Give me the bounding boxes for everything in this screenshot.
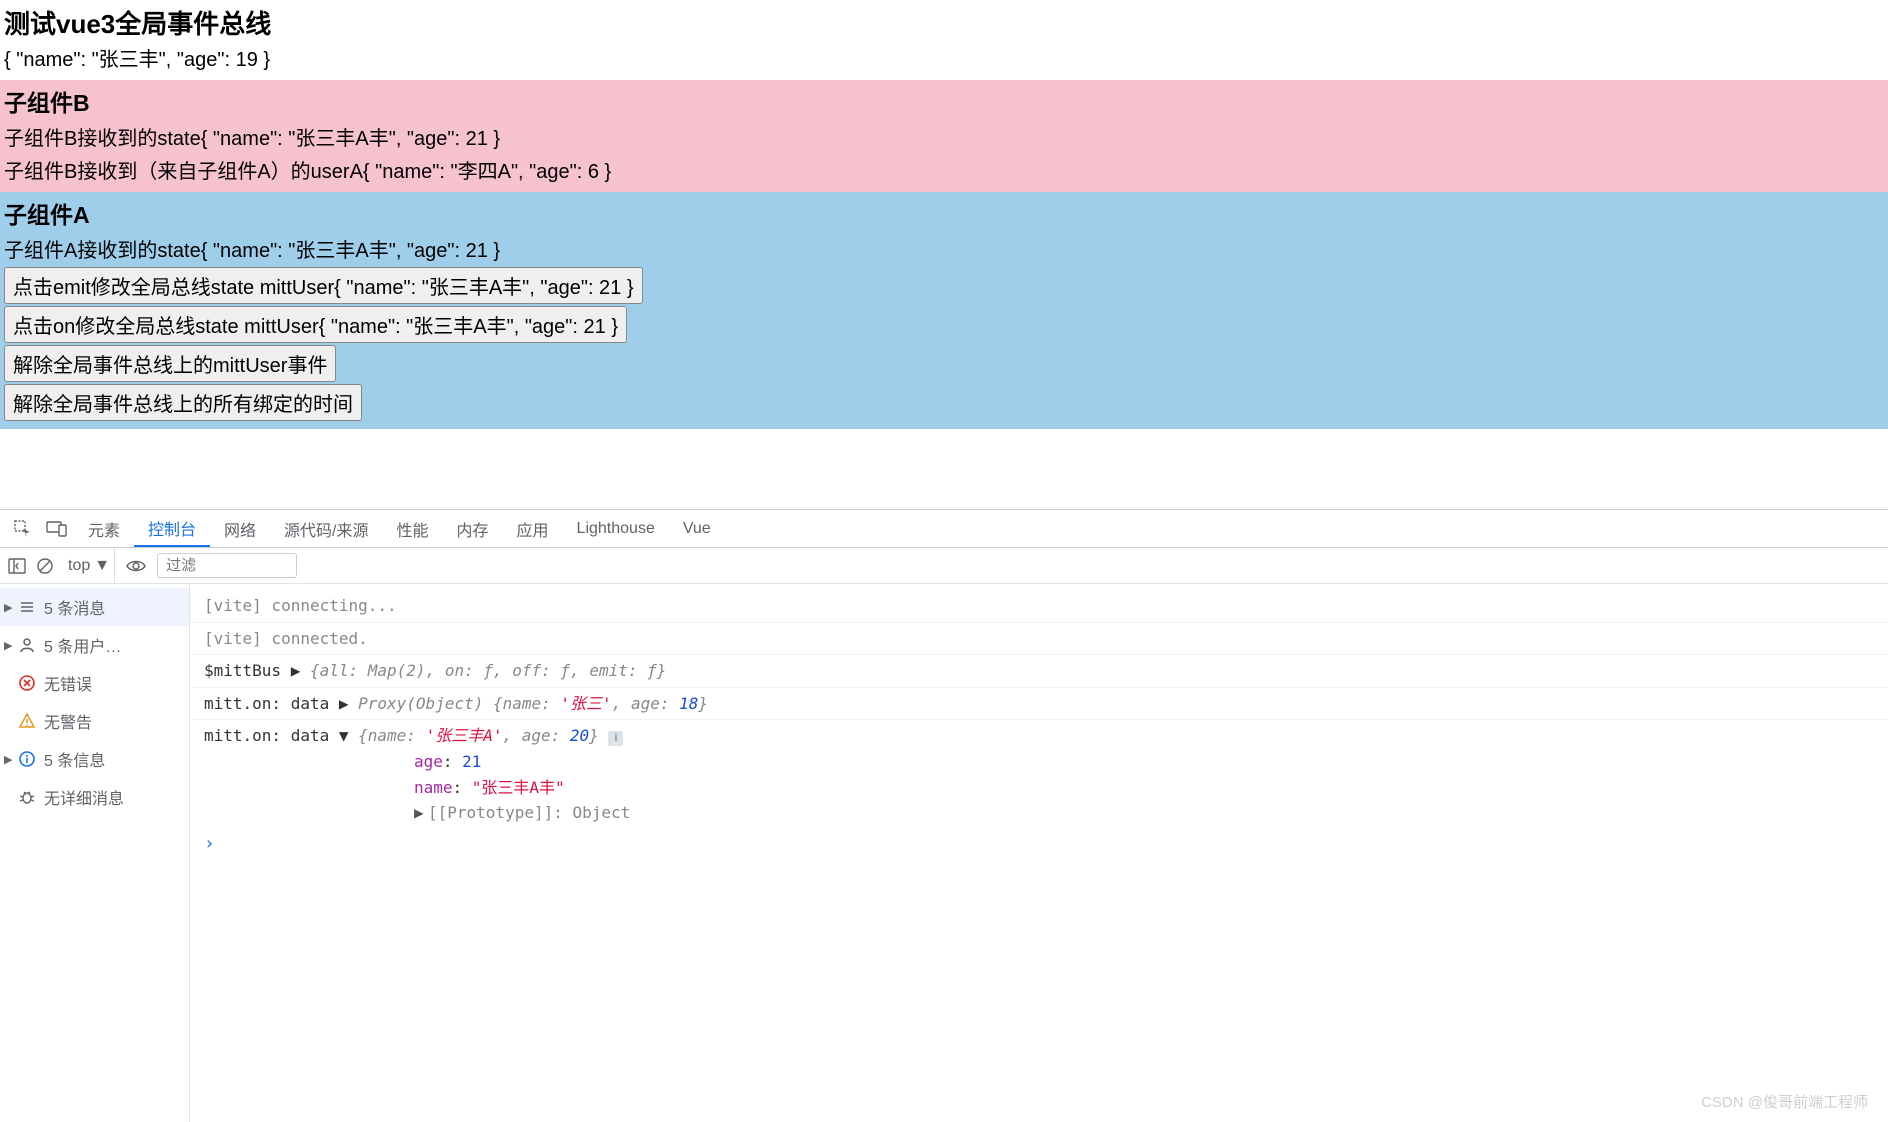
component-b-line2: 子组件B接收到（来自子组件A）的userA{ "name": "李四A", "a… [4, 153, 1884, 186]
expanded-prop: age: 21 [204, 749, 1888, 775]
on-button[interactable]: 点击on修改全局总线state mittUser{ "name": "张三丰A丰… [4, 306, 627, 343]
error-icon [18, 674, 36, 692]
sidebar-item-errors[interactable]: 无错误 [0, 664, 189, 702]
eye-icon[interactable] [125, 557, 147, 575]
tab-vue[interactable]: Vue [669, 510, 725, 547]
user-icon [18, 636, 36, 654]
sidebar-label: 无错误 [44, 671, 92, 695]
tab-elements[interactable]: 元素 [74, 510, 134, 547]
console-output[interactable]: [vite] connecting... [vite] connected. $… [190, 584, 1888, 1122]
tab-application[interactable]: 应用 [503, 510, 563, 547]
sidebar-item-user[interactable]: ▶ 5 条用户… [0, 626, 189, 664]
device-toolbar-icon[interactable] [44, 516, 70, 542]
context-label: top [68, 557, 90, 575]
console-toolbar: top ▼ [0, 548, 1888, 584]
devtools-panel: 元素 控制台 网络 源代码/来源 性能 内存 应用 Lighthouse Vue… [0, 509, 1888, 1122]
console-row[interactable]: mitt.on: data ▶ Proxy(Object) {name: '张三… [190, 687, 1888, 720]
devtools-tabs: 元素 控制台 网络 源代码/来源 性能 内存 应用 Lighthouse Vue [0, 510, 1888, 548]
chevron-down-icon: ▼ [94, 557, 110, 575]
sidebar-item-warnings[interactable]: 无警告 [0, 702, 189, 740]
expand-arrow-icon: ▶ [4, 639, 12, 652]
expanded-prop: name: "张三丰A丰" [204, 775, 1888, 801]
filter-input[interactable] [157, 553, 297, 578]
expand-arrow-icon: ▶ [4, 753, 12, 766]
context-selector[interactable]: top ▼ [64, 548, 115, 583]
sidebar-item-info[interactable]: ▶ 5 条信息 [0, 740, 189, 778]
expanded-proto[interactable]: ▶[[Prototype]]: Object [204, 800, 1888, 826]
filter-wrap [157, 553, 297, 578]
devtools-body: ▶ 5 条消息 ▶ 5 条用户… 无错误 无警告 ▶ 5 条信息 [0, 584, 1888, 1122]
off-all-button[interactable]: 解除全局事件总线上的所有绑定的时间 [4, 384, 362, 421]
page-title: 测试vue3全局事件总线 [0, 0, 1888, 43]
clear-console-icon[interactable] [36, 557, 54, 575]
tab-performance[interactable]: 性能 [383, 510, 443, 547]
info-icon [18, 750, 36, 768]
tab-network[interactable]: 网络 [210, 510, 270, 547]
info-badge-icon[interactable]: i [608, 731, 623, 746]
sidebar-label: 5 条信息 [44, 747, 105, 771]
console-sidebar: ▶ 5 条消息 ▶ 5 条用户… 无错误 无警告 ▶ 5 条信息 [0, 584, 190, 1122]
console-row[interactable]: $mittBus ▶ {all: Map(2), on: ƒ, off: ƒ, … [190, 654, 1888, 687]
tab-console[interactable]: 控制台 [134, 510, 210, 547]
sidebar-label: 无详细消息 [44, 785, 124, 809]
inspect-icon[interactable] [10, 516, 36, 542]
component-b: 子组件B 子组件B接收到的state{ "name": "张三丰A丰", "ag… [0, 80, 1888, 192]
sidebar-label: 5 条用户… [44, 633, 121, 657]
sidebar-item-messages[interactable]: ▶ 5 条消息 [0, 588, 189, 626]
sidebar-item-verbose[interactable]: 无详细消息 [0, 778, 189, 816]
component-a-title: 子组件A [4, 192, 1884, 232]
component-a: 子组件A 子组件A接收到的state{ "name": "张三丰A丰", "ag… [0, 192, 1888, 429]
state-text: { "name": "张三丰", "age": 19 } [0, 43, 1888, 80]
sidebar-toggle-icon[interactable] [8, 557, 26, 575]
tab-lighthouse[interactable]: Lighthouse [563, 510, 669, 547]
component-b-line1: 子组件B接收到的state{ "name": "张三丰A丰", "age": 2… [4, 120, 1884, 153]
console-row: [vite] connecting... [190, 590, 1888, 622]
sidebar-label: 无警告 [44, 709, 92, 733]
component-b-title: 子组件B [4, 80, 1884, 120]
tab-sources[interactable]: 源代码/来源 [270, 510, 382, 547]
off-mittuser-button[interactable]: 解除全局事件总线上的mittUser事件 [4, 345, 336, 382]
console-row[interactable]: mitt.on: data ▼ {name: '张三丰A', age: 20} … [190, 719, 1888, 828]
browser-page: 测试vue3全局事件总线 { "name": "张三丰", "age": 19 … [0, 0, 1888, 429]
warn-icon [18, 712, 36, 730]
sidebar-label: 5 条消息 [44, 595, 105, 619]
component-a-line1: 子组件A接收到的state{ "name": "张三丰A丰", "age": 2… [4, 232, 1884, 265]
tab-memory[interactable]: 内存 [443, 510, 503, 547]
console-prompt[interactable]: › [190, 829, 1888, 854]
debug-icon [18, 788, 36, 806]
watermark: CSDN @俊哥前端工程师 [1701, 1091, 1868, 1112]
console-row: [vite] connected. [190, 622, 1888, 655]
expand-arrow-icon: ▶ [4, 601, 12, 614]
list-icon [18, 598, 36, 616]
emit-button[interactable]: 点击emit修改全局总线state mittUser{ "name": "张三丰… [4, 267, 643, 304]
